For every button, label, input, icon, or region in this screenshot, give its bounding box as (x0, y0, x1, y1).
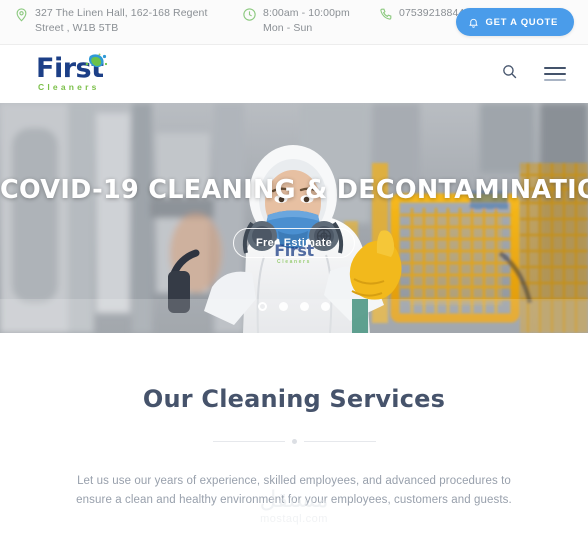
get-a-quote-button[interactable]: GET A QUOTE (455, 8, 574, 36)
topbar-phone-text: 07539218844 (399, 7, 465, 19)
divider-line-right (303, 441, 376, 442)
services-section: Our Cleaning Services Let us use our yea… (0, 333, 588, 510)
divider-dot (291, 439, 297, 444)
carousel-dot-1[interactable] (258, 302, 267, 311)
carousel-dot-3[interactable] (300, 302, 309, 311)
section-divider (204, 439, 384, 444)
top-info-bar: 327 The Linen Hall, 162-168 Regent Stree… (0, 0, 588, 45)
watermark-latin-text: mostaql.com (260, 513, 328, 525)
divider-line-left (212, 441, 285, 442)
topbar-hours-text: 8:00am - 10:00pm Mon - Sun (263, 7, 350, 34)
hamburger-menu-icon[interactable] (544, 67, 566, 81)
page-root: 327 The Linen Hall, 162-168 Regent Stree… (0, 0, 588, 540)
carousel-dot-2[interactable] (279, 302, 288, 311)
logo-secondary-text: Cleaners (38, 82, 100, 92)
hero-carousel: COVID-19 CLEANING & DECONTAMINATION Free… (0, 103, 588, 333)
map-pin-icon (14, 7, 29, 22)
site-logo[interactable]: First Cleaners (36, 53, 136, 95)
clock-icon (242, 7, 257, 22)
carousel-dot-4[interactable] (321, 302, 330, 311)
header-actions (501, 45, 566, 103)
services-title: Our Cleaning Services (142, 385, 446, 413)
phone-icon (378, 7, 393, 22)
site-header: First Cleaners (0, 45, 588, 103)
search-icon[interactable] (501, 63, 518, 85)
logo-splash-icon (77, 53, 109, 79)
get-a-quote-label: GET A QUOTE (485, 16, 558, 28)
bell-icon (468, 17, 479, 28)
hero-background-photo (0, 103, 588, 333)
free-estimate-button[interactable]: Free Estimate (232, 228, 356, 258)
topbar-address: 327 The Linen Hall, 162-168 Regent Stree… (0, 6, 234, 36)
services-description: Let us use our years of experience, skil… (76, 475, 512, 506)
carousel-dots (0, 302, 588, 311)
topbar-address-text: 327 The Linen Hall, 162-168 Regent Stree… (35, 7, 208, 34)
hero-title: COVID-19 CLEANING & DECONTAMINATION (0, 175, 588, 205)
topbar-hours: 8:00am - 10:00pm Mon - Sun (234, 6, 370, 36)
